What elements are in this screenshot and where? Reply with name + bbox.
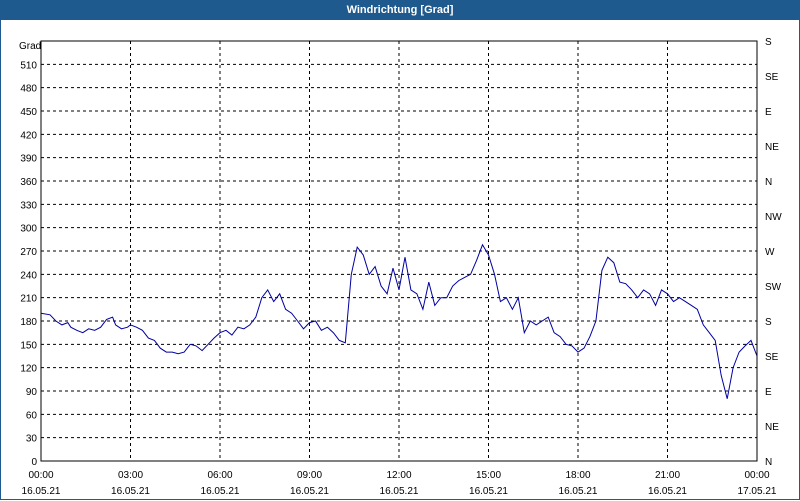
y-tick-label: 0 [31, 457, 37, 468]
y-axis-label: Grad [19, 41, 41, 52]
x-tick-date: 16.05.21 [648, 486, 687, 497]
y-tick-label: 60 [26, 410, 38, 421]
right-axis-label: E [765, 107, 772, 118]
right-axis-label: E [765, 387, 772, 398]
x-tick-date: 16.05.21 [469, 486, 508, 497]
x-tick-date: 17.05.21 [738, 486, 777, 497]
x-tick-time: 00:00 [28, 470, 53, 481]
x-tick-date: 16.05.21 [22, 486, 61, 497]
y-tick-label: 420 [20, 130, 37, 141]
x-tick-date: 16.05.21 [201, 486, 240, 497]
x-tick-time: 15:00 [476, 470, 501, 481]
right-axis-label: W [765, 247, 775, 258]
y-tick-label: 210 [20, 294, 37, 305]
wind-direction-chart: Grad 0 30 60 90 120 150 180 210 240 270 300 330 360 3… [19, 37, 782, 497]
y-tick-label: 240 [20, 270, 37, 281]
y-tick-label: 180 [20, 317, 37, 328]
x-tick-time: 09:00 [297, 470, 322, 481]
right-axis-label: S [765, 37, 772, 48]
right-axis-label: SE [765, 352, 779, 363]
y-tick-label: 30 [26, 434, 38, 445]
right-axis-label: SW [765, 282, 782, 293]
y-tick-label: 150 [20, 340, 37, 351]
y-tick-label: 360 [20, 177, 37, 188]
x-tick-time: 03:00 [118, 470, 143, 481]
right-axis-label: S [765, 317, 772, 328]
x-tick-date: 16.05.21 [111, 486, 150, 497]
right-axis-label: NE [765, 142, 779, 153]
x-tick-time: 00:00 [744, 470, 769, 481]
right-axis-labels: N NE E SE S SW W NW N NE E SE S [765, 37, 782, 468]
y-tick-label: 300 [20, 224, 37, 235]
x-tick-time: 12:00 [386, 470, 411, 481]
x-tick-labels: 00:00 16.05.21 03:00 16.05.21 06:00 16.05.21 0… [22, 470, 777, 497]
chart-window: Windrichtung [Grad] Grad 0 30 60 90 120 150 18… [0, 0, 800, 500]
y-tick-label: 330 [20, 200, 37, 211]
x-tick-date: 16.05.21 [380, 486, 419, 497]
y-tick-label: 480 [20, 84, 37, 95]
y-tick-labels: 0 30 60 90 120 150 180 210 240 270 300 330 360 390 420… [20, 60, 37, 468]
y-tick-label: 510 [20, 60, 37, 71]
right-axis-label: N [765, 177, 772, 188]
x-tick-time: 18:00 [565, 470, 590, 481]
x-tick-date: 16.05.21 [290, 486, 329, 497]
x-tick-time: 21:00 [655, 470, 680, 481]
x-tick-time: 06:00 [207, 470, 232, 481]
x-tick-date: 16.05.21 [559, 486, 598, 497]
right-axis-label: NW [765, 212, 782, 223]
right-axis-label: NE [765, 422, 779, 433]
y-tick-label: 120 [20, 364, 37, 375]
right-axis-label: N [765, 457, 772, 468]
right-axis-label: SE [765, 72, 779, 83]
y-tick-label: 90 [26, 387, 38, 398]
y-tick-label: 270 [20, 247, 37, 258]
y-tick-label: 390 [20, 154, 37, 165]
y-tick-label: 450 [20, 107, 37, 118]
